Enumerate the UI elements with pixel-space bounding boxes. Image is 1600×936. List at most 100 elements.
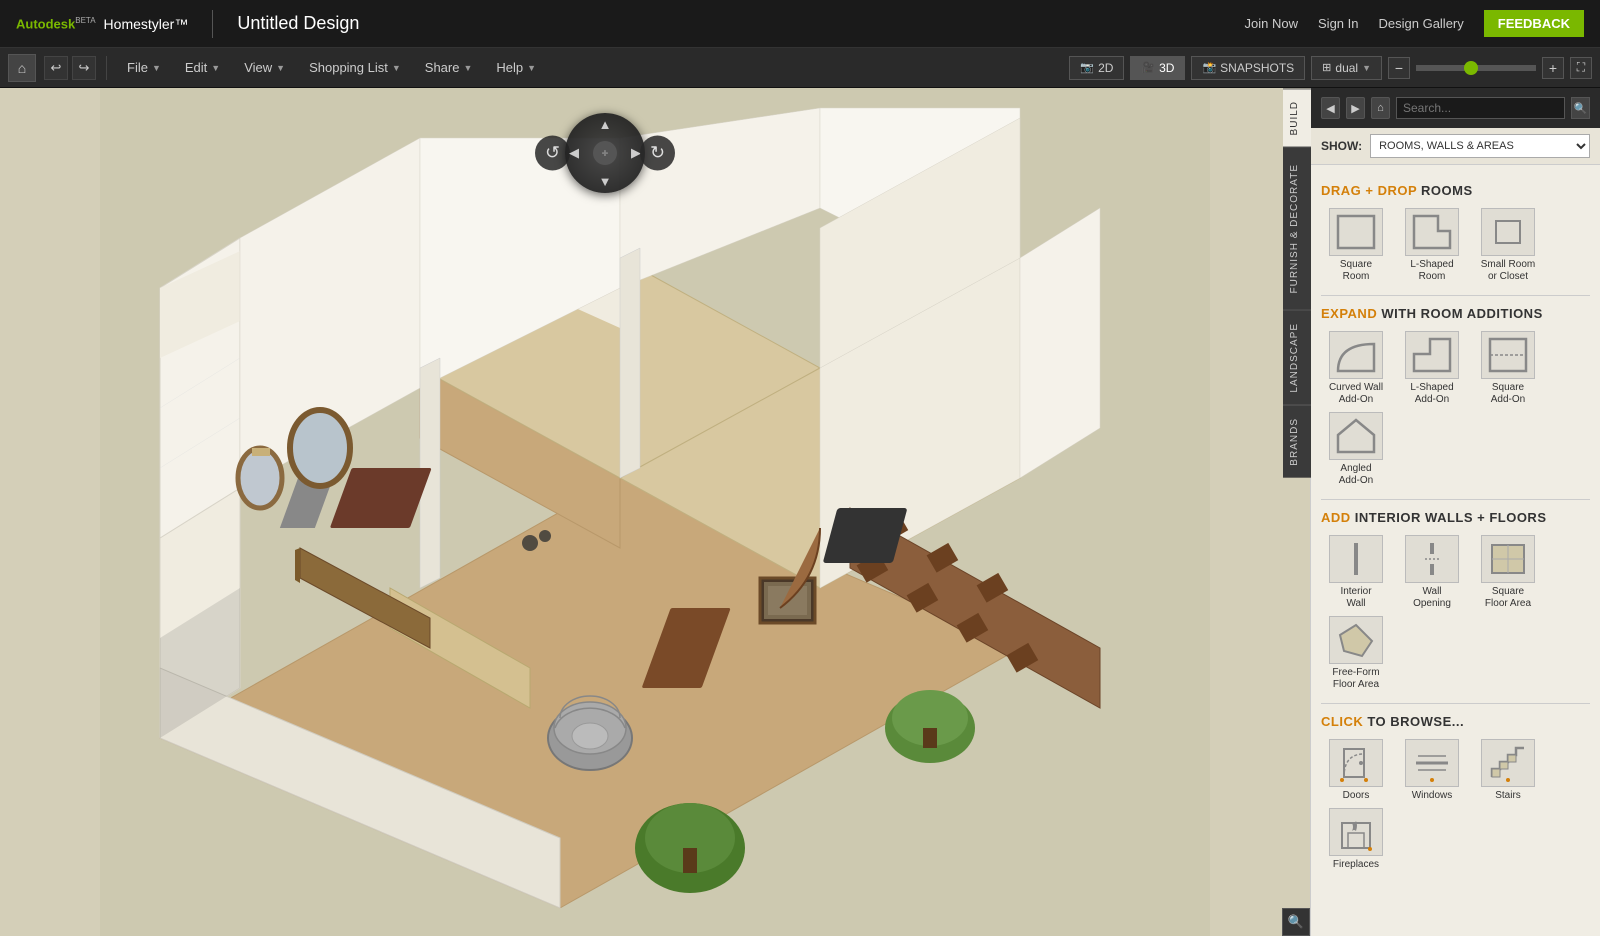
zoom-control: − + [1388, 57, 1564, 79]
interior-walls-header: ADD INTERIOR WALLS + FLOORS [1321, 510, 1590, 525]
view-2d-button[interactable]: 📷 2D [1069, 56, 1124, 80]
undo-button[interactable]: ↩ [44, 56, 68, 80]
landscape-tab[interactable]: LANDSCAPE [1283, 310, 1311, 405]
view-menu[interactable]: View ▼ [234, 56, 295, 79]
redo-icon: ↪ [79, 60, 90, 76]
canvas-search-button[interactable]: 🔍 [1282, 908, 1310, 936]
click-normal: TO BROWSE... [1367, 714, 1464, 729]
freeform-floor-icon [1329, 616, 1383, 664]
sign-in-link[interactable]: Sign In [1318, 16, 1358, 31]
drag-drop-rooms-header: DRAG + DROP ROOMS [1321, 183, 1590, 198]
doors-icon [1329, 739, 1383, 787]
click-highlight: CLICK [1321, 714, 1363, 729]
rotate-right-button[interactable]: ↻ [640, 136, 675, 171]
canvas-area[interactable]: ↺ ▲ ▼ ◀ ▶ ✛ ↻ 🔍 [0, 88, 1310, 936]
freeform-floor-label: Free-FormFloor Area [1332, 667, 1379, 691]
pan-down-button[interactable]: ▼ [599, 174, 612, 189]
rotate-left-icon: ↺ [545, 143, 560, 164]
show-dropdown[interactable]: ROOMS, WALLS & AREAS ALL WALLS ONLY [1370, 134, 1590, 158]
file-label: File [127, 60, 148, 75]
panel-search-button[interactable]: 🔍 [1571, 97, 1590, 119]
freeform-floor-item[interactable]: Free-FormFloor Area [1321, 616, 1391, 691]
doors-label: Doors [1343, 790, 1370, 802]
top-right-nav: Join Now Sign In Design Gallery FEEDBACK [1245, 10, 1584, 37]
lshaped-addon-item[interactable]: L-ShapedAdd-On [1397, 331, 1467, 406]
dual-icon: ⊞ [1322, 61, 1331, 74]
furnish-tab-label: FURNISH & DECORATE [1289, 164, 1300, 294]
view-3d-button[interactable]: 🎥 3D [1130, 56, 1185, 80]
lshaped-addon-label: L-ShapedAdd-On [1410, 382, 1453, 406]
fireplaces-item[interactable]: Fireplaces [1321, 808, 1391, 871]
panel-forward-button[interactable]: ▶ [1346, 97, 1365, 119]
rooms-grid: SquareRoom L-ShapedRoom [1321, 208, 1590, 283]
panel-search-input[interactable] [1396, 97, 1565, 119]
divider-3 [1321, 703, 1590, 704]
brands-tab-label: BRANDS [1289, 418, 1300, 466]
panel-home-button[interactable]: ⌂ [1371, 97, 1390, 119]
file-menu[interactable]: File ▼ [117, 56, 171, 79]
sq-floor-label: SquareFloor Area [1485, 586, 1531, 610]
sq-floor-item[interactable]: SquareFloor Area [1473, 535, 1543, 610]
wall-opening-item[interactable]: WallOpening [1397, 535, 1467, 610]
dual-button[interactable]: ⊞ dual ▼ [1311, 56, 1382, 80]
view-arrow: ▼ [276, 63, 285, 73]
snapshots-button[interactable]: 📸 SNAPSHOTS [1191, 56, 1305, 80]
feedback-button[interactable]: FEEDBACK [1484, 10, 1584, 37]
edit-label: Edit [185, 60, 207, 75]
windows-item[interactable]: Windows [1397, 739, 1467, 802]
zoom-plus-icon: + [1549, 60, 1557, 76]
panel-back-button[interactable]: ◀ [1321, 97, 1340, 119]
square-addon-icon [1481, 331, 1535, 379]
expand-normal: WITH ROOM ADDITIONS [1381, 306, 1542, 321]
navigation-control: ↺ ▲ ▼ ◀ ▶ ✛ ↻ [535, 108, 635, 208]
floor-plan-scene [0, 88, 1310, 936]
design-gallery-link[interactable]: Design Gallery [1379, 16, 1464, 31]
camera-3d-icon: 🎥 [1141, 61, 1155, 74]
lshaped-room-item[interactable]: L-ShapedRoom [1397, 208, 1467, 283]
square-addon-item[interactable]: SquareAdd-On [1473, 331, 1543, 406]
curved-wall-item[interactable]: Curved WallAdd-On [1321, 331, 1391, 406]
pan-up-button[interactable]: ▲ [599, 117, 612, 132]
help-arrow: ▼ [527, 63, 536, 73]
home-button[interactable]: ⌂ [8, 54, 36, 82]
fireplaces-label: Fireplaces [1333, 859, 1379, 871]
main-area: ↺ ▲ ▼ ◀ ▶ ✛ ↻ 🔍 [0, 88, 1600, 936]
nav-center-button[interactable]: ✛ [593, 141, 617, 165]
brands-tab[interactable]: BRANDS [1283, 405, 1311, 478]
edit-menu[interactable]: Edit ▼ [175, 56, 230, 79]
build-tab[interactable]: BUILD [1283, 88, 1311, 147]
build-tab-label: BUILD [1289, 101, 1300, 135]
dual-label: dual [1335, 61, 1358, 75]
join-now-link[interactable]: Join Now [1245, 16, 1298, 31]
help-menu[interactable]: Help ▼ [486, 56, 546, 79]
doors-item[interactable]: Doors [1321, 739, 1391, 802]
zoom-thumb [1464, 61, 1478, 75]
logo-area: AutodeskBETA Homestyler™ Untitled Design [16, 10, 359, 38]
small-room-item[interactable]: Small Roomor Closet [1473, 208, 1543, 283]
small-room-label: Small Roomor Closet [1481, 259, 1535, 283]
angled-addon-item[interactable]: AngledAdd-On [1321, 412, 1391, 487]
stairs-item[interactable]: Stairs [1473, 739, 1543, 802]
fireplaces-icon [1329, 808, 1383, 856]
pan-left-button[interactable]: ◀ [569, 145, 579, 161]
shopping-arrow: ▼ [392, 63, 401, 73]
view-label: View [244, 60, 272, 75]
zoom-out-button[interactable]: − [1388, 57, 1410, 79]
shopping-list-menu[interactable]: Shopping List ▼ [299, 56, 411, 79]
zoom-in-button[interactable]: + [1542, 57, 1564, 79]
furnish-decorate-tab[interactable]: FURNISH & DECORATE [1283, 147, 1311, 310]
square-room-item[interactable]: SquareRoom [1321, 208, 1391, 283]
file-arrow: ▼ [152, 63, 161, 73]
view-3d-label: 3D [1159, 61, 1174, 75]
share-menu[interactable]: Share ▼ [415, 56, 483, 79]
add-normal: INTERIOR WALLS + FLOORS [1355, 510, 1547, 525]
landscape-tab-label: LANDSCAPE [1289, 323, 1300, 393]
redo-button[interactable]: ↪ [72, 56, 96, 80]
fullscreen-button[interactable]: ⛶ [1570, 57, 1592, 79]
product-name: Homestyler™ [104, 16, 189, 32]
interior-wall-item[interactable]: InteriorWall [1321, 535, 1391, 610]
add-highlight: ADD [1321, 510, 1351, 525]
zoom-slider[interactable] [1416, 65, 1536, 71]
wall-opening-label: WallOpening [1413, 586, 1451, 610]
panel-content: DRAG + DROP ROOMS SquareRoom [1311, 165, 1600, 936]
